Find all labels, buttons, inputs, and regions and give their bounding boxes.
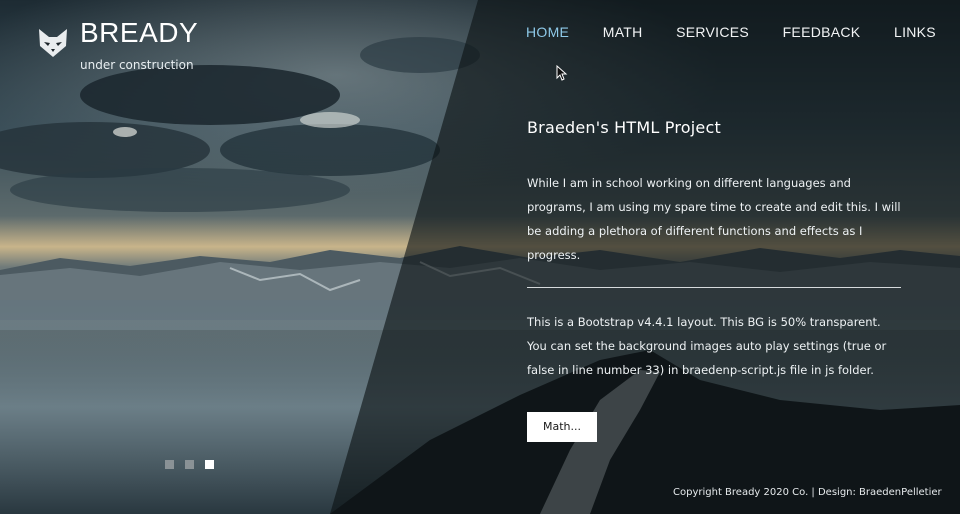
site-subtitle: under construction [80,58,194,72]
mouse-cursor-icon [556,65,568,81]
nav-feedback[interactable]: FEEDBACK [783,24,861,40]
cat-icon [39,29,67,57]
brand[interactable]: BREADY under construction [36,17,199,72]
divider [527,287,901,288]
nav-links[interactable]: LINKS [894,24,936,40]
main-nav: HOME MATH SERVICES FEEDBACK LINKS [526,24,936,40]
site-title: BREADY [80,17,199,48]
nav-services[interactable]: SERVICES [676,24,749,40]
math-button[interactable]: Math... [527,412,598,442]
nav-math[interactable]: MATH [603,24,643,40]
carousel-dot[interactable] [165,460,174,469]
description-text: This is a Bootstrap v4.4.1 layout. This … [527,315,887,377]
carousel-dot[interactable] [185,460,194,469]
content-panel: Braeden's HTML Project While I am in sch… [527,118,901,442]
intro-text: While I am in school working on differen… [527,176,901,262]
carousel-indicators [165,460,214,469]
carousel-dot-active[interactable] [205,460,214,469]
nav-home[interactable]: HOME [526,24,569,40]
page-heading: Braeden's HTML Project [527,118,721,137]
footer-text: Copyright Bready 2020 Co. | Design: Brae… [673,487,942,498]
